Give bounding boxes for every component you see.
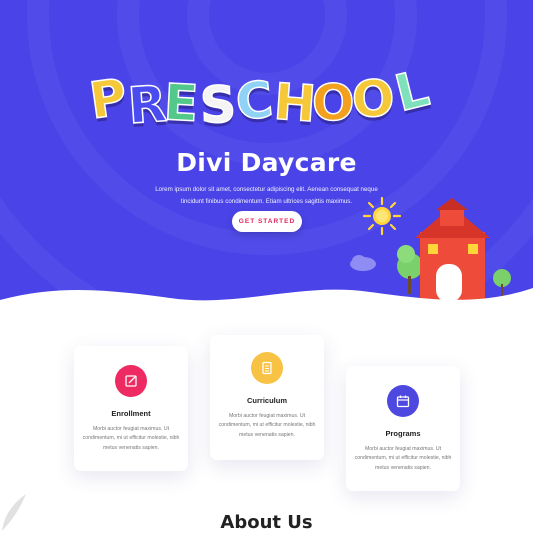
feature-card-curriculum[interactable]: Curriculum Morbi auctor feugiat maximus.…: [210, 335, 324, 460]
card-text: Morbi auctor feugiat maximus. Ut condime…: [354, 446, 452, 471]
hero-wave: [0, 288, 533, 320]
get-started-button[interactable]: GET STARTED: [232, 211, 302, 232]
edit-icon: [115, 365, 147, 397]
logo-letter: O: [311, 74, 355, 132]
feature-card-programs[interactable]: Programs Morbi auctor feugiat maximus. U…: [346, 366, 460, 491]
about-us-heading: About Us: [220, 512, 313, 533]
logo-letter: E: [162, 72, 201, 133]
logo-letter: O: [350, 68, 397, 130]
logo-letter: H: [271, 72, 318, 134]
card-title: Curriculum: [246, 396, 287, 405]
hero-section: P R E S C H O O L Divi Daycare Lorem ips…: [0, 0, 533, 320]
logo-letter: S: [198, 75, 238, 136]
logo-letter: L: [389, 58, 435, 123]
document-icon: [251, 352, 283, 384]
preschool-logo: P R E S C H O O L: [85, 58, 450, 136]
card-title: Programs: [385, 429, 421, 438]
card-text: Morbi auctor feugiat maximus. Ut condime…: [218, 413, 316, 438]
card-title: Enrollment: [111, 409, 151, 418]
logo-letter: P: [85, 67, 131, 131]
feature-card-enrollment[interactable]: Enrollment Morbi auctor feugiat maximus.…: [74, 346, 188, 471]
hero-title: Divi Daycare: [176, 148, 357, 177]
logo-letter: C: [232, 69, 276, 132]
calendar-icon: [387, 385, 419, 417]
card-text: Morbi auctor feugiat maximus. Ut condime…: [82, 426, 180, 451]
hero-description: Lorem ipsum dolor sit amet, consectetur …: [155, 186, 378, 205]
